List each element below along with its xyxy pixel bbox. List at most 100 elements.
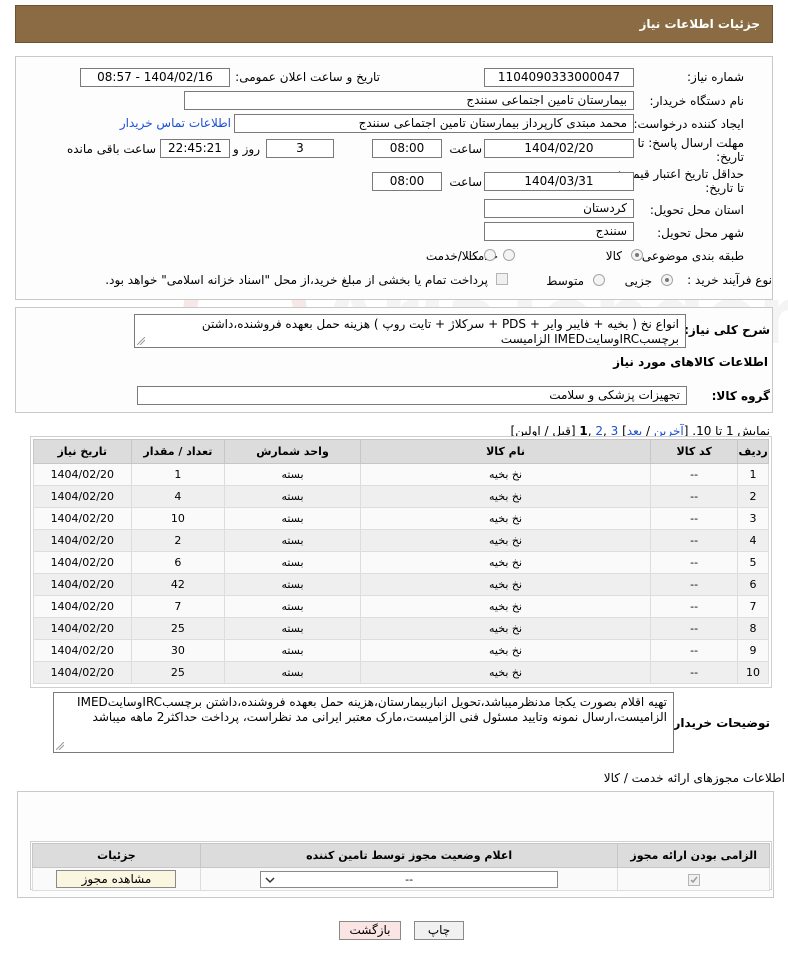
- col-date: تاریخ نیاز: [33, 439, 132, 464]
- price-validity-label-line2: تا تاریخ:: [705, 181, 744, 195]
- cell-qty: 1: [130, 463, 226, 486]
- col-qty: تعداد / مقدار: [130, 439, 226, 464]
- cell-unit: بسته: [224, 639, 361, 662]
- buyer-org-field: بیمارستان تامین اجتماعی سنندج: [184, 91, 634, 110]
- process-minor-radio[interactable]: [661, 274, 673, 286]
- category-goods-service-label: کالا/خدمت: [425, 249, 478, 263]
- category-label: طبقه بندی موضوعی:: [637, 249, 744, 263]
- remaining-label: ساعت باقی مانده: [66, 142, 156, 156]
- table-row: 5 -- نخ بخیه بسته 6 1404/02/20: [33, 551, 769, 574]
- cell-name: نخ بخیه: [359, 529, 652, 552]
- cell-qty: 25: [130, 617, 226, 640]
- cell-name: نخ بخیه: [359, 639, 652, 662]
- buyer-contact-link[interactable]: اطلاعات تماس خریدار: [120, 116, 231, 130]
- cell-qty: 42: [130, 573, 226, 596]
- table-row: -- مشاهده مجوز: [32, 867, 770, 891]
- permits-title: اطلاعات مجوزهای ارائه خدمت / کالا: [603, 771, 785, 785]
- cell-code: --: [650, 463, 739, 486]
- cell-row: 4: [737, 529, 769, 552]
- col-row: ردیف: [737, 439, 769, 464]
- cell-row: 10: [737, 661, 769, 684]
- table-row: 3 -- نخ بخیه بسته 10 1404/02/20: [33, 507, 769, 530]
- cell-row: 5: [737, 551, 769, 574]
- category-service-radio[interactable]: [503, 249, 515, 261]
- general-desc-field: انواع نخ ( بخیه + فایبر وایر + PDS + سرک…: [134, 314, 686, 348]
- creator-label: ایجاد کننده درخواست:: [633, 117, 744, 131]
- cell-unit: بسته: [224, 463, 361, 486]
- col-permit-required: الزامی بودن ارائه مجوز: [617, 843, 770, 868]
- buyer-org-label: نام دستگاه خریدار:: [649, 94, 745, 108]
- goods-group-label: گروه کالا:: [711, 389, 770, 403]
- table-row: 4 -- نخ بخیه بسته 2 1404/02/20: [33, 529, 769, 552]
- cell-name: نخ بخیه: [359, 485, 652, 508]
- permit-details-cell: مشاهده مجوز: [32, 867, 201, 891]
- category-goods-label: کالا: [605, 249, 622, 263]
- table-row: 1 -- نخ بخیه بسته 1 1404/02/20: [33, 463, 769, 486]
- deadline-label-line2: تاریخ:: [716, 150, 744, 164]
- general-desc-label: شرح کلی نیاز:: [684, 323, 770, 337]
- cell-qty: 10: [130, 507, 226, 530]
- resize-grip-icon[interactable]: [137, 337, 145, 345]
- cell-name: نخ بخیه: [359, 661, 652, 684]
- treasury-bonds-checkbox[interactable]: [496, 273, 508, 285]
- cell-name: نخ بخیه: [359, 595, 652, 618]
- cell-qty: 7: [130, 595, 226, 618]
- cell-name: نخ بخیه: [359, 551, 652, 574]
- cell-unit: بسته: [224, 595, 361, 618]
- deadline-time-label: ساعت: [449, 142, 482, 156]
- cell-unit: بسته: [224, 551, 361, 574]
- price-validity-time-field: 08:00: [372, 172, 442, 191]
- permit-required-checkbox[interactable]: [687, 873, 700, 886]
- announce-datetime-label: تاریخ و ساعت اعلان عمومی:: [235, 70, 380, 84]
- permit-required-cell: [617, 867, 770, 891]
- cell-name: نخ بخیه: [359, 573, 652, 596]
- cell-row: 8: [737, 617, 769, 640]
- table-row: 7 -- نخ بخیه بسته 7 1404/02/20: [33, 595, 769, 618]
- cell-date: 1404/02/20: [33, 617, 132, 640]
- cell-date: 1404/02/20: [33, 595, 132, 618]
- process-medium-radio[interactable]: [593, 274, 605, 286]
- checkmark-icon: [690, 876, 698, 883]
- general-desc-line1: انواع نخ ( بخیه + فایبر وایر + PDS + سرک…: [201, 317, 679, 331]
- back-button[interactable]: بازگشت: [339, 921, 401, 940]
- cell-qty: 25: [130, 661, 226, 684]
- treasury-bonds-note: پرداخت تمام یا بخشی از مبلغ خرید،از محل …: [105, 273, 488, 287]
- col-permit-details: جزئیات: [32, 843, 201, 868]
- cell-code: --: [650, 639, 739, 662]
- deadline-label-line1: مهلت ارسال پاسخ: تا: [637, 136, 744, 150]
- cell-unit: بسته: [224, 617, 361, 640]
- cell-qty: 30: [130, 639, 226, 662]
- page-header: جزئیات اطلاعات نیاز: [15, 5, 773, 43]
- cell-code: --: [650, 595, 739, 618]
- cell-code: --: [650, 529, 739, 552]
- cell-date: 1404/02/20: [33, 573, 132, 596]
- items-table: ردیف کد کالا نام کالا واحد شمارش تعداد /…: [33, 439, 769, 684]
- cell-unit: بسته: [224, 529, 361, 552]
- cell-date: 1404/02/20: [33, 507, 132, 530]
- need-number-field: 1104090333000047: [484, 68, 634, 87]
- print-button[interactable]: چاپ: [414, 921, 464, 940]
- cell-qty: 6: [130, 551, 226, 574]
- cell-name: نخ بخیه: [359, 617, 652, 640]
- cell-date: 1404/02/20: [33, 529, 132, 552]
- col-permit-status: اعلام وضعیت مجوز توسط تامین کننده: [199, 843, 619, 868]
- cell-code: --: [650, 485, 739, 508]
- general-desc-line2: برچسبIRCوسایتIMED الزامیست: [500, 332, 679, 346]
- province-label: استان محل تحویل:: [649, 203, 744, 217]
- view-permit-button[interactable]: مشاهده مجوز: [56, 870, 177, 888]
- permit-status-value: --: [405, 872, 414, 886]
- cell-unit: بسته: [224, 573, 361, 596]
- cell-row: 6: [737, 573, 769, 596]
- category-goods-radio[interactable]: [631, 249, 643, 261]
- cell-unit: بسته: [224, 485, 361, 508]
- cell-date: 1404/02/20: [33, 551, 132, 574]
- buyer-notes-field: تهیه اقلام بصورت یکجا مدنظرمیباشد،تحویل …: [53, 692, 674, 753]
- process-label: نوع فرآیند خرید :: [687, 273, 772, 287]
- buyer-notes-label: توضیحات خریدار:: [668, 716, 770, 730]
- category-goods-service-radio[interactable]: [484, 249, 496, 261]
- cell-date: 1404/02/20: [33, 639, 132, 662]
- permit-status-select[interactable]: --: [260, 870, 559, 888]
- cell-name: نخ بخیه: [359, 463, 652, 486]
- resize-grip-icon[interactable]: [56, 742, 64, 750]
- table-row: 8 -- نخ بخیه بسته 25 1404/02/20: [33, 617, 769, 640]
